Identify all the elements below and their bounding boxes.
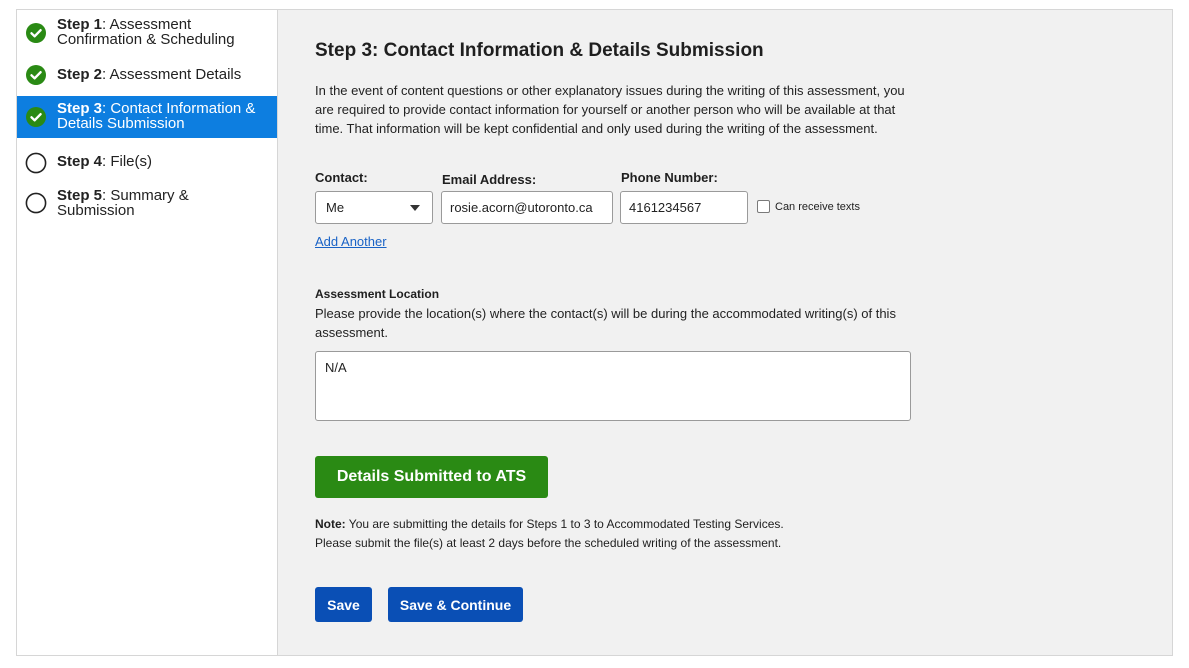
note-label: Note: xyxy=(315,517,346,531)
sidebar-step-label: Step 2: Assessment Details xyxy=(57,66,242,83)
contact-select[interactable]: Me xyxy=(315,191,433,224)
details-submitted-button[interactable]: Details Submitted to ATS xyxy=(315,456,548,498)
sidebar-step-2[interactable]: Step 2: Assessment Details xyxy=(17,63,277,85)
page-title: Step 3: Contact Information & Details Su… xyxy=(315,40,764,61)
submission-note: Note: You are submitting the details for… xyxy=(315,515,935,553)
email-field[interactable]: rosie.acorn@utoronto.ca xyxy=(441,191,613,224)
sidebar-step-label: Step 3: Contact Information & Details Su… xyxy=(57,100,256,132)
sidebar-step-5[interactable]: Step 5: Summary & Submission xyxy=(17,187,277,221)
intro-text: In the event of content questions or oth… xyxy=(315,83,905,136)
save-button[interactable]: Save xyxy=(315,587,372,622)
can-receive-texts-checkbox[interactable] xyxy=(757,200,770,213)
empty-circle-icon xyxy=(25,152,47,174)
add-another-link[interactable]: Add Another xyxy=(315,234,387,249)
contact-select-value: Me xyxy=(326,200,345,215)
email-label: Email Address: xyxy=(442,172,537,187)
contact-label: Contact: xyxy=(315,170,368,185)
sidebar-step-label: Step 5: Summary & Submission xyxy=(57,187,189,219)
app-frame: Step 1: Assessment Confirmation & Schedu… xyxy=(16,9,1173,656)
check-circle-icon xyxy=(25,22,47,44)
can-receive-texts-option[interactable]: Can receive texts xyxy=(757,200,860,213)
sidebar-step-4[interactable]: Step 4: File(s) xyxy=(17,151,277,174)
sidebar-step-label: Step 4: File(s) xyxy=(57,153,153,170)
assessment-location-description: Please provide the location(s) where the… xyxy=(315,306,896,340)
check-circle-icon xyxy=(25,64,47,86)
check-circle-icon xyxy=(25,106,47,128)
empty-circle-icon xyxy=(25,192,47,214)
step-sidebar: Step 1: Assessment Confirmation & Schedu… xyxy=(17,10,278,655)
sidebar-step-1[interactable]: Step 1: Assessment Confirmation & Schedu… xyxy=(17,16,277,50)
assessment-location-textarea[interactable]: N/A xyxy=(315,351,911,421)
sidebar-step-label: Step 1: Assessment Confirmation & Schedu… xyxy=(57,16,235,48)
note-line-1: You are submitting the details for Steps… xyxy=(345,517,784,531)
save-continue-button[interactable]: Save & Continue xyxy=(388,587,523,622)
can-receive-texts-label: Can receive texts xyxy=(775,200,860,213)
assessment-location-heading: Assessment Location xyxy=(315,287,440,301)
phone-field[interactable]: 4161234567 xyxy=(620,191,748,224)
note-line-2: Please submit the file(s) at least 2 day… xyxy=(315,536,782,550)
chevron-down-icon xyxy=(410,205,420,211)
phone-label: Phone Number: xyxy=(621,170,718,185)
sidebar-step-3[interactable]: Step 3: Contact Information & Details Su… xyxy=(17,96,277,138)
